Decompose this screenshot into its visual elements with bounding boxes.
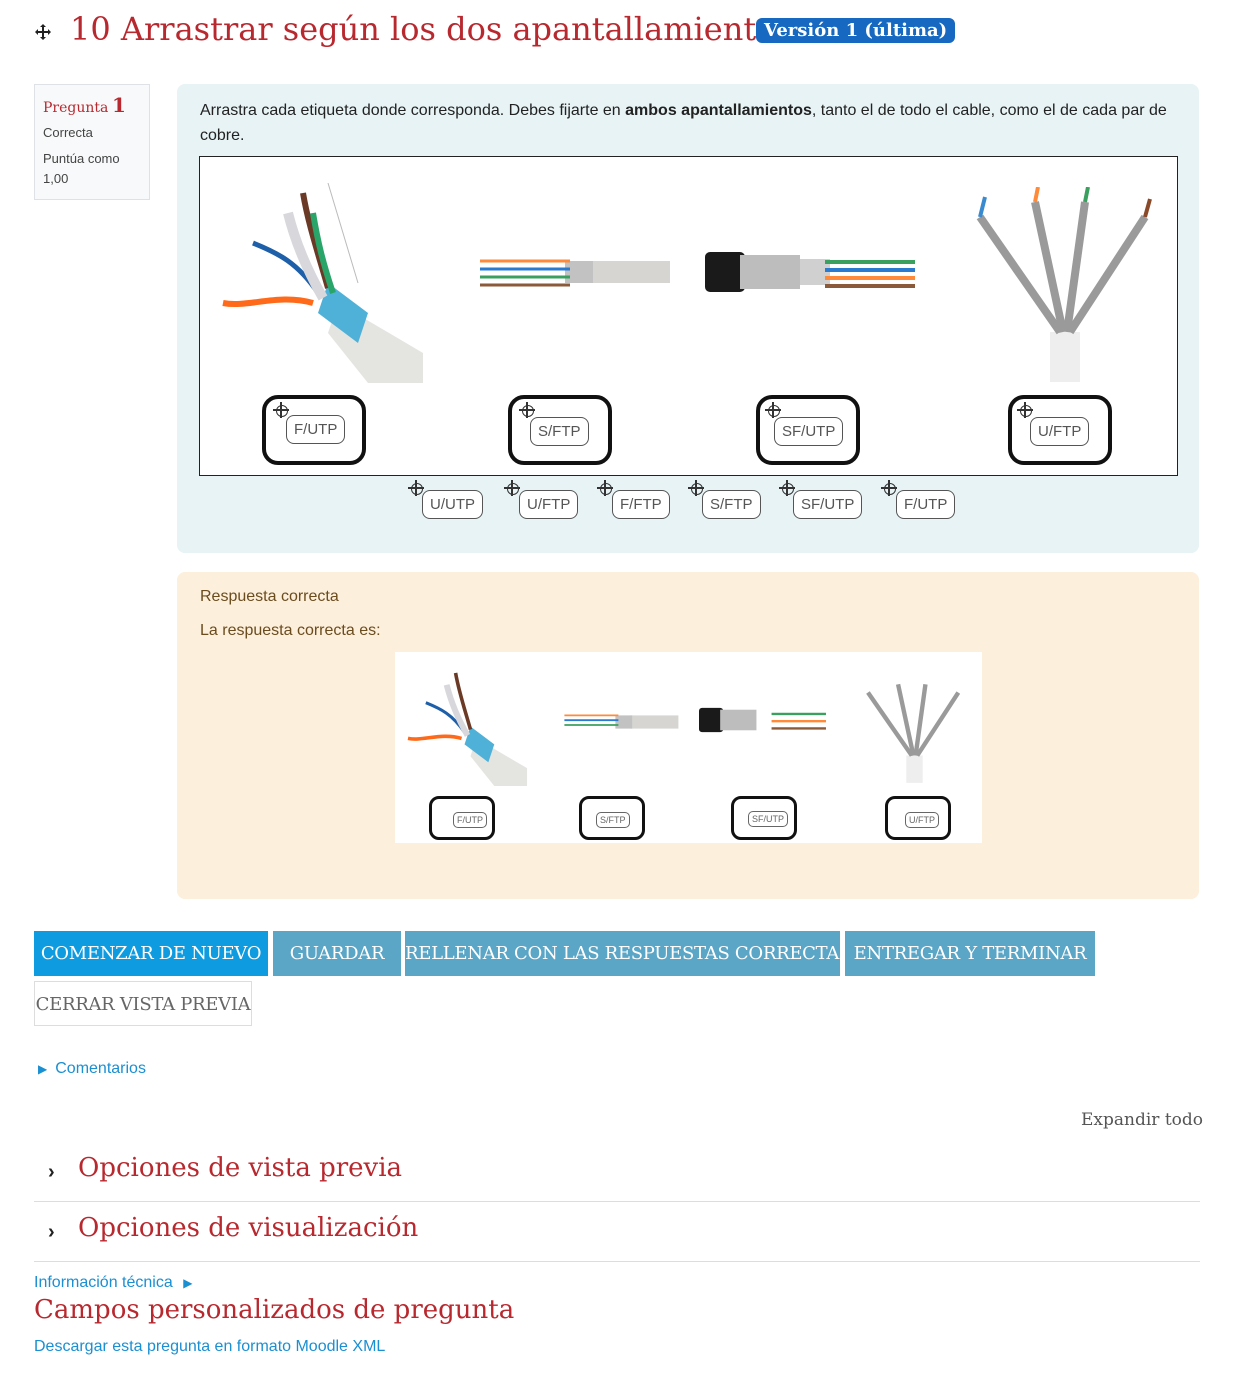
answer-tag: SF/UTP [748, 811, 789, 827]
drag-tag[interactable]: U/FTP [519, 490, 579, 519]
correct-answer-image: F/UTP S/FTP SF/UTP U/FTP [395, 652, 982, 843]
target-icon [881, 480, 897, 496]
cable-sftp-image [480, 259, 670, 287]
target-icon [273, 402, 289, 418]
submit-finish-button[interactable]: ENTREGAR Y TERMINAR [845, 931, 1095, 976]
target-icon [779, 480, 795, 496]
page-title: 10 Arrastrar según los dos apantallamien… [70, 10, 792, 48]
answer-tag: F/UTP [453, 812, 487, 828]
drag-tag[interactable]: SF/UTP [793, 490, 863, 519]
save-button[interactable]: GUARDAR [273, 931, 401, 976]
drop-area-image: F/UTP S/FTP SF/UTP U/FTP [199, 156, 1178, 476]
cable-sftp-image [564, 714, 679, 729]
caret-right-icon: ▶ [183, 1276, 193, 1290]
target-icon [1017, 402, 1033, 418]
placed-tag[interactable]: F/UTP [286, 415, 346, 444]
drag-tag[interactable]: U/UTP [422, 490, 483, 519]
target-icon [688, 480, 704, 496]
answer-intro: La respuesta correcta es: [200, 622, 381, 639]
target-icon [504, 480, 520, 496]
target-icon [519, 402, 535, 418]
drag-tag[interactable]: F/UTP [896, 490, 956, 519]
chevron-right-icon: › [48, 1161, 55, 1183]
expand-all-link[interactable]: Expandir todo [1081, 1110, 1203, 1130]
section-title: Opciones de vista previa [78, 1153, 403, 1183]
answer-tag: U/FTP [905, 812, 939, 828]
custom-fields-heading: Campos personalizados de pregunta [34, 1295, 515, 1325]
question-grade: Puntúa como 1,00 [43, 151, 120, 186]
question-label: Pregunta [43, 100, 109, 116]
question-state: Correcta [43, 125, 93, 140]
download-xml-link[interactable]: Descargar esta pregunta en formato Moodl… [34, 1338, 385, 1356]
question-text: Arrastra cada etiqueta donde corresponda… [200, 98, 1175, 148]
drag-tag[interactable]: S/FTP [702, 490, 761, 519]
restart-button[interactable]: COMENZAR DE NUEVO [34, 931, 268, 976]
version-badge: Versión 1 (última) [756, 18, 956, 43]
caret-right-icon: ▶ [38, 1062, 48, 1076]
section-preview-options[interactable]: › Opciones de vista previa [34, 1143, 1200, 1202]
cable-uftp-image [866, 683, 961, 783]
section-title: Opciones de visualización [78, 1213, 419, 1243]
target-icon [597, 480, 613, 496]
close-preview-button[interactable]: CERRAR VISTA PREVIA [34, 981, 252, 1026]
target-icon [408, 480, 424, 496]
tech-info-label: Información técnica [34, 1274, 173, 1291]
cable-ftp-utp-image [407, 672, 528, 787]
move-arrows-icon[interactable] [33, 22, 53, 42]
placed-tag[interactable]: SF/UTP [774, 417, 844, 446]
question-text-part: Arrastra cada etiqueta donde corresponda… [200, 102, 626, 119]
question-info-box: Pregunta 1 Correcta Puntúa como 1,00 [34, 84, 150, 200]
cable-sfutp-image [705, 252, 915, 292]
cable-ftp-utp-image [222, 183, 423, 383]
answer-tag: S/FTP [596, 812, 630, 828]
comments-link[interactable]: ▶ Comentarios [38, 1060, 146, 1078]
chevron-right-icon: › [48, 1221, 55, 1243]
question-number: 1 [112, 93, 126, 117]
comments-label: Comentarios [55, 1060, 146, 1077]
placed-tag[interactable]: U/FTP [1030, 417, 1090, 446]
question-text-bold: ambos apantallamientos [625, 102, 812, 119]
answer-status: Respuesta correcta [200, 588, 339, 605]
cable-sfutp-image [699, 707, 826, 733]
section-display-options[interactable]: › Opciones de visualización [34, 1203, 1200, 1262]
drag-tag[interactable]: F/FTP [612, 490, 670, 519]
fill-correct-button[interactable]: RELLENAR CON LAS RESPUESTAS CORRECTAS [405, 931, 851, 976]
tech-info-link[interactable]: Información técnica ▶ [34, 1274, 192, 1292]
target-icon [765, 402, 781, 418]
cable-uftp-image [976, 187, 1152, 382]
placed-tag[interactable]: S/FTP [530, 417, 589, 446]
